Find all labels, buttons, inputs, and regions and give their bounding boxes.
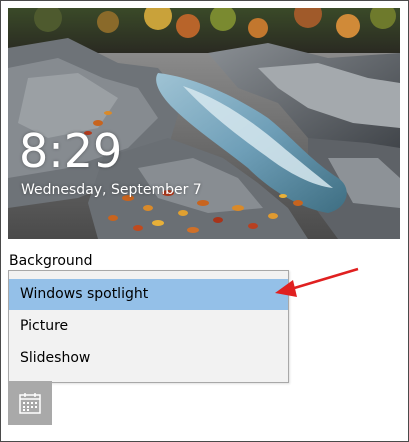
option-picture[interactable]: Picture bbox=[9, 311, 288, 342]
calendar-app-tile[interactable] bbox=[8, 381, 52, 425]
lock-screen-preview: 8:29 Wednesday, September 7 bbox=[8, 8, 400, 239]
calendar-icon bbox=[19, 393, 41, 414]
background-label: Background bbox=[9, 253, 93, 269]
option-slideshow[interactable]: Slideshow bbox=[9, 343, 288, 374]
lock-screen-time: 8:29 bbox=[19, 124, 123, 178]
settings-panel: 8:29 Wednesday, September 7 Background W… bbox=[0, 0, 409, 442]
option-windows-spotlight[interactable]: Windows spotlight bbox=[9, 279, 288, 310]
lock-screen-date: Wednesday, September 7 bbox=[21, 182, 202, 198]
background-dropdown-list: Windows spotlight Picture Slideshow bbox=[8, 270, 289, 383]
